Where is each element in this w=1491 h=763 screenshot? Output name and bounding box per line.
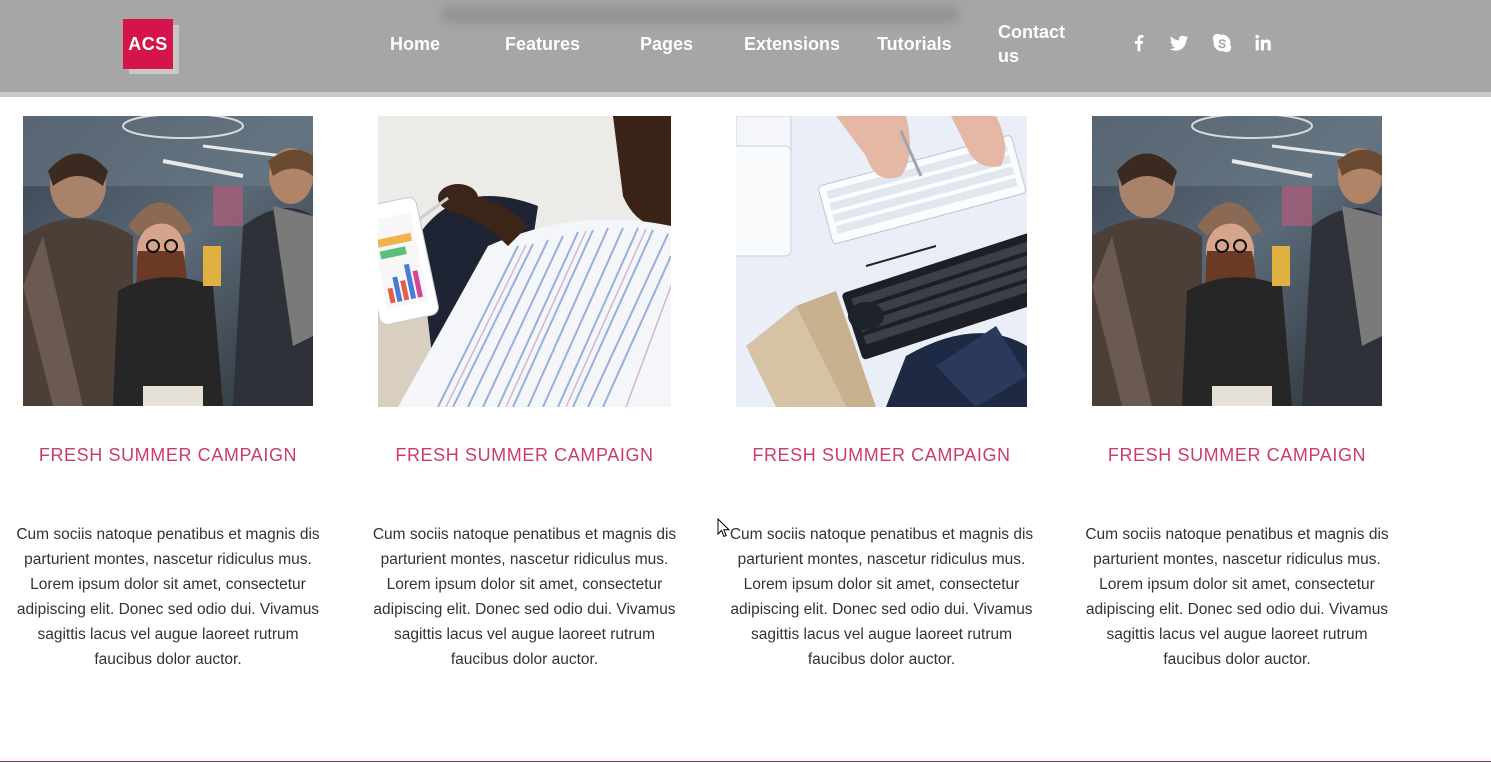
campaign-card: FRESH SUMMER CAMPAIGN Cum sociis natoque…	[730, 116, 1033, 668]
header-bottom-border	[0, 92, 1491, 97]
tablet-charts-photo[interactable]	[378, 116, 671, 407]
blurred-header-text	[440, 6, 960, 24]
keyboards-desk-photo[interactable]	[736, 116, 1027, 407]
card-description: Cum sociis natoque penatibus et magnis d…	[372, 526, 677, 668]
campaign-card: FRESH SUMMER CAMPAIGN Cum sociis natoque…	[16, 116, 320, 668]
team-meeting-photo[interactable]	[1092, 116, 1382, 406]
card-description: Cum sociis natoque penatibus et magnis d…	[1085, 526, 1389, 668]
card-title[interactable]: FRESH SUMMER CAMPAIGN	[3, 444, 333, 466]
site-header: ACS Home Features Pages Extensions Tutor…	[0, 0, 1491, 92]
card-title[interactable]: FRESH SUMMER CAMPAIGN	[358, 444, 691, 466]
bottom-divider	[0, 761, 1491, 762]
nav-pages[interactable]: Pages	[640, 32, 693, 56]
team-meeting-photo[interactable]	[23, 116, 313, 406]
logo-text: ACS	[123, 19, 173, 69]
card-description: Cum sociis natoque penatibus et magnis d…	[16, 526, 320, 668]
campaign-card: FRESH SUMMER CAMPAIGN Cum sociis natoque…	[1085, 116, 1389, 668]
nav-extensions[interactable]: Extensions	[744, 32, 840, 56]
card-title[interactable]: FRESH SUMMER CAMPAIGN	[716, 444, 1047, 466]
facebook-icon[interactable]	[1127, 31, 1151, 55]
nav-tutorials[interactable]: Tutorials	[877, 32, 952, 56]
nav-home[interactable]: Home	[390, 32, 440, 56]
nav-contact[interactable]: Contact us	[998, 20, 1068, 68]
campaign-card: FRESH SUMMER CAMPAIGN Cum sociis natoque…	[373, 116, 676, 668]
linkedin-icon[interactable]	[1251, 31, 1275, 55]
card-title[interactable]: FRESH SUMMER CAMPAIGN	[1072, 444, 1402, 466]
card-description: Cum sociis natoque penatibus et magnis d…	[729, 526, 1034, 668]
mouse-cursor-icon	[717, 517, 731, 543]
nav-features[interactable]: Features	[505, 32, 580, 56]
site-logo[interactable]: ACS	[123, 19, 179, 74]
skype-icon[interactable]	[1210, 31, 1234, 55]
twitter-icon[interactable]	[1167, 31, 1191, 55]
